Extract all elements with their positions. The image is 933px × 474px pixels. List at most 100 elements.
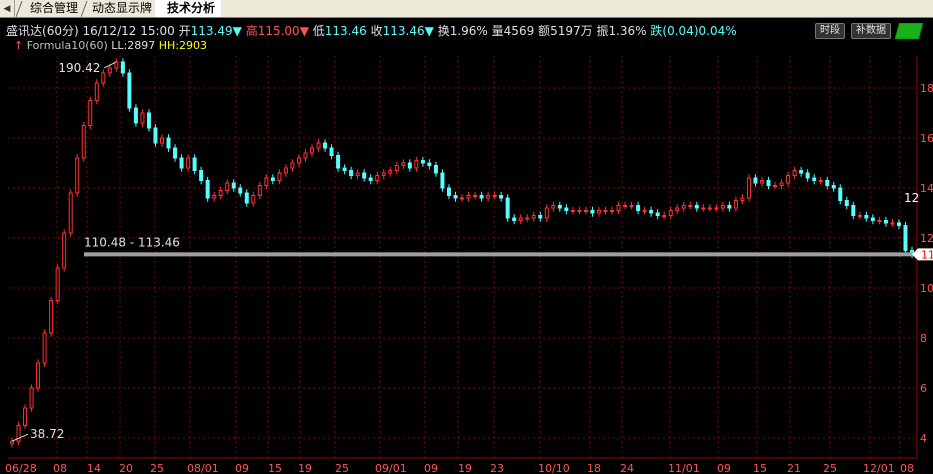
x-tick-label: 25 xyxy=(335,462,349,474)
candle-body xyxy=(231,182,236,189)
candle-body xyxy=(49,300,54,334)
x-tick-label: 14 xyxy=(87,462,101,474)
candle-body xyxy=(133,107,138,124)
fill-data-button[interactable]: 补数据 xyxy=(851,23,891,39)
ll-label: LL: xyxy=(111,39,128,52)
triangle-left-icon: ◀ xyxy=(3,3,11,14)
candle-body xyxy=(603,210,608,212)
candle-body xyxy=(714,207,719,210)
candle-body xyxy=(557,205,562,209)
x-tick-label: 09 xyxy=(424,462,438,474)
stock-info-line: 盛讯达(60分) 16/12/12 15:00 开113.49▼ 高115.00… xyxy=(6,22,737,39)
ll-value: 2897 xyxy=(127,39,156,52)
candle-body xyxy=(492,195,497,197)
candle-body xyxy=(362,172,367,179)
candle-body xyxy=(890,222,895,225)
candle-body xyxy=(166,137,171,149)
price-chart[interactable]: 181614121086406/28 08 14 20 25 08/01 09 15 19 25 0… xyxy=(0,18,933,474)
candle-body xyxy=(681,205,686,209)
candle-body xyxy=(329,147,334,156)
amount-label: 额 xyxy=(538,24,551,38)
candle-body xyxy=(760,180,764,184)
candle-body xyxy=(740,197,745,201)
stock-datetime: 16/12/12 15:00 xyxy=(82,24,175,38)
candle-body xyxy=(101,72,106,84)
candle-body xyxy=(662,215,667,217)
x-tick-label: 18 xyxy=(587,462,601,474)
candle-body xyxy=(42,332,47,364)
tab-技术分析[interactable]: 技术分析 xyxy=(155,0,222,17)
amount-value: 5197万 xyxy=(550,24,593,38)
current-price-label: 11 xyxy=(921,248,933,261)
range-line xyxy=(84,252,917,257)
formula-line: ↑ Formula10(60) LL:2897 HH:2903 xyxy=(14,39,207,52)
tab-scroll-left-button[interactable]: ◀ xyxy=(0,0,15,17)
change-label: 跌 xyxy=(650,24,663,38)
candle-body xyxy=(649,210,654,214)
candle-body xyxy=(636,205,641,211)
candle-body xyxy=(877,220,882,222)
candle-body xyxy=(825,180,830,186)
candle-body xyxy=(903,225,908,251)
candle-body xyxy=(10,440,14,445)
x-tick-label: 09/01 xyxy=(375,462,407,474)
close-value: 113.46 xyxy=(382,24,425,38)
candle-body xyxy=(388,170,393,174)
candle-body xyxy=(277,172,282,181)
connection-status-icon[interactable] xyxy=(894,23,924,39)
candle-body xyxy=(401,162,406,166)
candle-body xyxy=(668,210,673,216)
candle-body xyxy=(792,170,797,176)
candle-body xyxy=(896,222,901,226)
candle-body xyxy=(525,217,530,220)
open-label: 开 xyxy=(178,24,191,38)
candle-body xyxy=(812,177,817,181)
time-segment-button[interactable]: 时段 xyxy=(815,23,845,39)
x-tick-label: 09 xyxy=(717,462,731,474)
x-tick-label: 08 xyxy=(53,462,67,474)
candle-body xyxy=(753,177,758,184)
x-tick-label: 25 xyxy=(823,462,837,474)
candle-body xyxy=(773,185,778,187)
candle-body xyxy=(590,210,595,214)
candle-body xyxy=(570,210,575,212)
x-tick-label: 09 xyxy=(235,462,249,474)
candle-body xyxy=(303,152,308,159)
candle-body xyxy=(316,142,321,149)
candle-body xyxy=(107,67,112,74)
hh-label: HH: xyxy=(158,39,179,52)
x-tick-label: 15 xyxy=(268,462,282,474)
chart-area[interactable]: 18 16 14 12 10 8 6 4 06/28 08 14 20 25 08/01 09 15 19 25 0… xyxy=(0,18,933,474)
candle-body xyxy=(883,220,888,224)
x-tick-label: 11/01 xyxy=(668,462,700,474)
y-tick-label: 14 xyxy=(920,182,933,195)
candle-body xyxy=(394,165,399,171)
candle-body xyxy=(192,157,197,171)
candle-body xyxy=(629,205,634,207)
candle-body xyxy=(655,212,660,216)
close-label: 收 xyxy=(370,24,383,38)
candle-body xyxy=(583,210,588,212)
candle-body xyxy=(799,170,804,174)
y-tick-label: 12 xyxy=(920,232,933,245)
tab-综合管理[interactable]: 综合管理 xyxy=(18,0,84,17)
low-label: 低 xyxy=(312,24,325,38)
x-tick-label: 25 xyxy=(150,462,164,474)
candle-body xyxy=(610,210,614,212)
candle-body xyxy=(446,187,451,196)
x-tick-label: 08/01 xyxy=(187,462,219,474)
candle-body xyxy=(870,217,875,221)
down-triangle-icon: ▼ xyxy=(299,24,309,38)
candle-body xyxy=(466,195,471,199)
range-line-label: 110.48 - 113.46 xyxy=(84,235,180,249)
y-tick-label: 18 xyxy=(920,82,933,95)
candle-body xyxy=(342,167,347,171)
candle-body xyxy=(290,162,295,169)
candle-body xyxy=(473,195,478,197)
tab-动态显示牌[interactable]: 动态显示牌 xyxy=(80,0,158,17)
down-triangle-icon: ▼ xyxy=(232,24,242,38)
candle-body xyxy=(623,205,628,207)
tab-bar: ◀ 综合管理 动态显示牌 技术分析 xyxy=(0,0,933,18)
x-tick-label: 24 xyxy=(620,462,634,474)
candle-body xyxy=(564,207,569,211)
